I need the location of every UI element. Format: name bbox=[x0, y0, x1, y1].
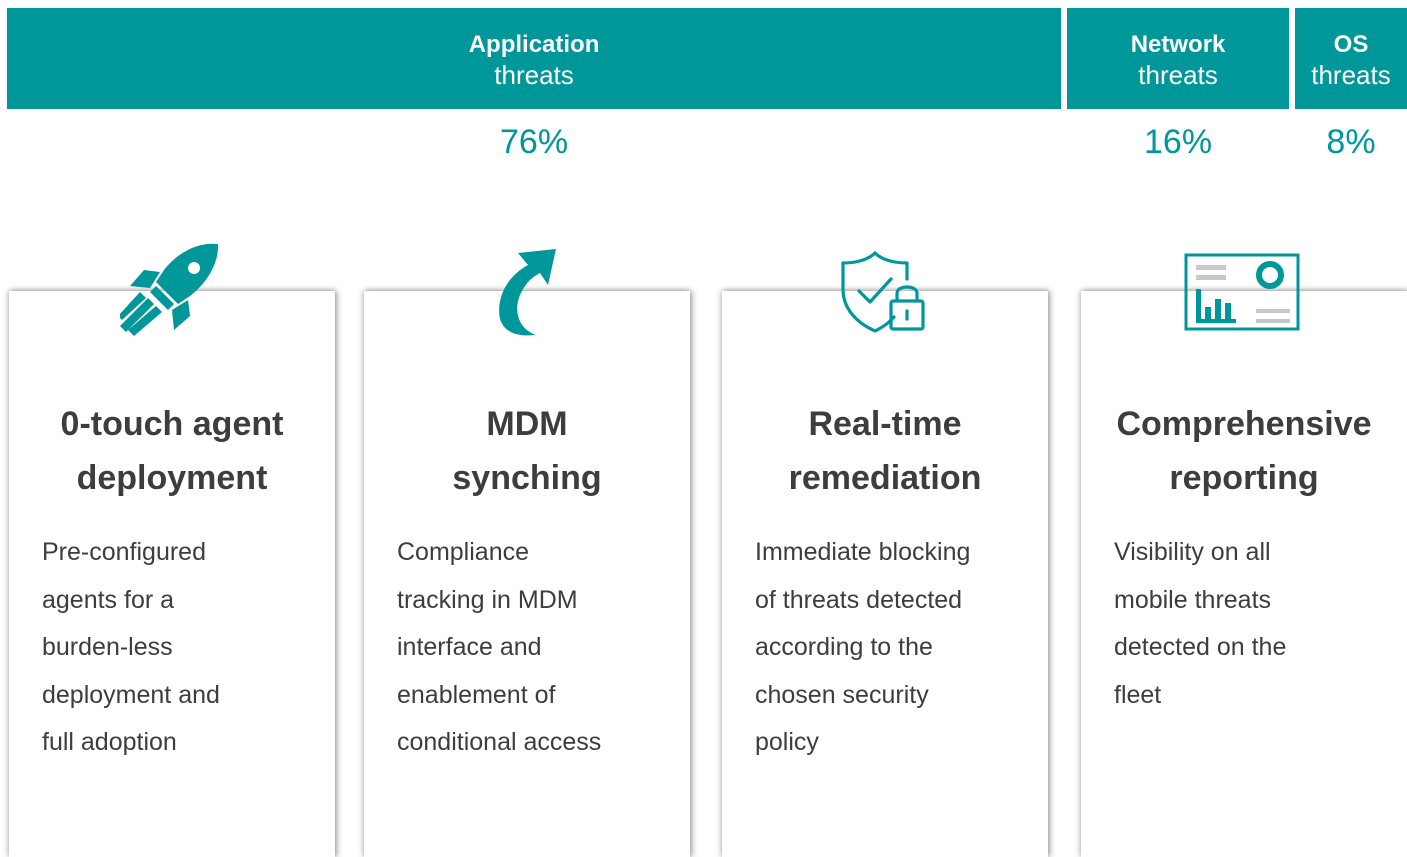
card-title-line: deployment bbox=[76, 459, 268, 497]
rocket-icon bbox=[120, 243, 219, 336]
card-title-line: remediation bbox=[788, 459, 982, 497]
card-desc-line: full adoption bbox=[42, 728, 177, 756]
card-mdm-synching: MDM synching Compliance tracking in MDM … bbox=[364, 291, 690, 857]
card-desc-line: of threats detected bbox=[755, 585, 963, 614]
card-desc-line: conditional access bbox=[397, 728, 602, 756]
bar-value-label: 8% bbox=[1326, 123, 1376, 161]
sync-arrow-icon bbox=[499, 249, 556, 336]
dashboard-report-icon bbox=[1184, 253, 1300, 331]
card-desc-line: Immediate blocking bbox=[755, 538, 971, 566]
card-desc-line: mobile threats bbox=[1114, 585, 1272, 614]
bar-segment-title: Application bbox=[468, 31, 600, 58]
card-description: Compliance tracking in MDM interface and… bbox=[397, 529, 667, 767]
card-desc-line: chosen security bbox=[755, 680, 929, 709]
bar-segment-application: Application threats bbox=[7, 8, 1062, 109]
card-title-line: Real-time bbox=[808, 405, 962, 443]
bar-segment-subtitle: threats bbox=[1138, 60, 1218, 90]
bar-value-label: 16% bbox=[1144, 123, 1213, 161]
bar-segment-os: OS threats bbox=[1295, 8, 1407, 109]
card-comprehensive-reporting: Comprehensive reporting Visibility on al… bbox=[1081, 291, 1407, 857]
card-description: Visibility on all mobile threats detecte… bbox=[1114, 529, 1384, 719]
card-real-time-remediation: Real-time remediation Immediate blocking… bbox=[722, 291, 1048, 857]
bar-segment-network: Network threats bbox=[1067, 8, 1289, 109]
card-desc-line: Visibility on all bbox=[1114, 538, 1271, 566]
card-description: Pre-configured agents for a burden-less … bbox=[42, 529, 312, 767]
card-title-line: Comprehensive bbox=[1116, 405, 1372, 443]
card-description: Immediate blocking of threats detected a… bbox=[755, 529, 1025, 767]
card-desc-line: according to the bbox=[755, 633, 933, 661]
bar-segment-subtitle: threats bbox=[494, 60, 574, 90]
card-title-line: reporting bbox=[1169, 459, 1319, 497]
card-desc-line: tracking in MDM bbox=[397, 585, 578, 614]
card-title: Real-time remediation bbox=[722, 397, 1048, 505]
card-title-line: 0-touch agent bbox=[60, 405, 284, 443]
bar-value-label: 76% bbox=[500, 123, 569, 161]
card-desc-line: detected on the bbox=[1114, 633, 1287, 661]
card-title-line: MDM bbox=[486, 405, 568, 443]
card-desc-line: agents for a bbox=[42, 585, 175, 614]
card-desc-line: Pre-configured bbox=[42, 538, 206, 566]
card-title: MDM synching bbox=[364, 397, 690, 505]
card-desc-line: fleet bbox=[1114, 680, 1162, 709]
card-desc-line: Compliance bbox=[397, 538, 530, 566]
card-desc-line: enablement of bbox=[397, 680, 556, 709]
card-desc-line: policy bbox=[755, 728, 819, 756]
bar-segment-title: Network bbox=[1130, 31, 1226, 58]
bar-segment-title: OS bbox=[1333, 31, 1369, 58]
card-desc-line: interface and bbox=[397, 633, 542, 661]
card-desc-line: deployment and bbox=[42, 680, 220, 709]
bar-segment-subtitle: threats bbox=[1311, 60, 1391, 90]
card-title-line: synching bbox=[452, 459, 602, 497]
card-zero-touch-deployment: 0-touch agent deployment Pre-configured … bbox=[9, 291, 335, 857]
card-title: Comprehensive reporting bbox=[1081, 397, 1407, 505]
card-desc-line: burden-less bbox=[42, 633, 173, 661]
threats-infographic: Application threats 76% Network threats 16% OS… bbox=[0, 0, 1407, 857]
card-title: 0-touch agent deployment bbox=[9, 397, 335, 505]
shield-lock-icon bbox=[841, 251, 925, 333]
